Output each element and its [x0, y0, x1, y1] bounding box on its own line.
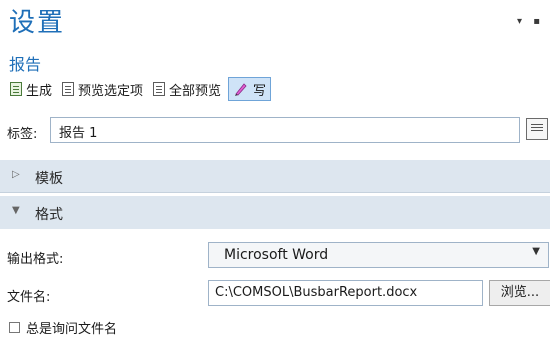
preview-all-label: 全部预览: [169, 83, 222, 99]
label-edit-button[interactable]: [526, 118, 548, 140]
pen-icon: [233, 81, 249, 97]
section-template[interactable]: ▷ 模板: [0, 160, 550, 193]
output-format-select[interactable]: Microsoft Word ▼: [208, 242, 549, 268]
generate-button[interactable]: 生成: [7, 78, 55, 100]
label-row: 标签: 报告 1: [7, 117, 548, 145]
output-format-row: 输出格式: Microsoft Word ▼: [7, 242, 550, 270]
section-template-title: 模板: [35, 171, 63, 187]
document-icon: [62, 82, 75, 96]
section-format[interactable]: ▼ 格式: [0, 196, 550, 229]
toolbar: 生成 预览选定项 全部预览 写: [7, 77, 275, 101]
collapse-arrow-icon: ▼: [12, 205, 20, 216]
output-format-label: 输出格式:: [7, 252, 64, 267]
label-caption: 标签:: [7, 127, 38, 142]
page-title: 设置: [9, 8, 66, 38]
page-subtitle: 报告: [9, 55, 42, 74]
section-format-title: 格式: [35, 207, 63, 223]
filename-row: 文件名: C:\COMSOL\BusbarReport.docx 浏览...: [7, 280, 550, 308]
write-button[interactable]: 写: [228, 77, 272, 101]
generate-label: 生成: [26, 83, 53, 99]
chevron-down-icon: ▼: [532, 246, 540, 257]
generate-icon: [10, 82, 22, 96]
document-icon: [153, 82, 166, 96]
browse-button[interactable]: 浏览...: [489, 280, 550, 306]
preview-all-button[interactable]: 全部预览: [150, 78, 224, 100]
output-format-value: Microsoft Word: [224, 247, 329, 263]
window-controls[interactable]: ▾ ▪: [517, 16, 544, 27]
filename-label: 文件名:: [7, 290, 51, 305]
expand-arrow-icon: ▷: [12, 169, 20, 180]
preview-selected-label: 预览选定项: [78, 83, 144, 99]
filename-input[interactable]: C:\COMSOL\BusbarReport.docx: [208, 280, 483, 306]
always-ask-row: 总是询问文件名: [9, 318, 117, 337]
always-ask-label: 总是询问文件名: [26, 322, 118, 337]
preview-selected-button[interactable]: 预览选定项: [59, 78, 146, 100]
write-label: 写: [253, 83, 267, 99]
always-ask-checkbox[interactable]: [9, 322, 20, 333]
label-input[interactable]: 报告 1: [50, 117, 520, 143]
